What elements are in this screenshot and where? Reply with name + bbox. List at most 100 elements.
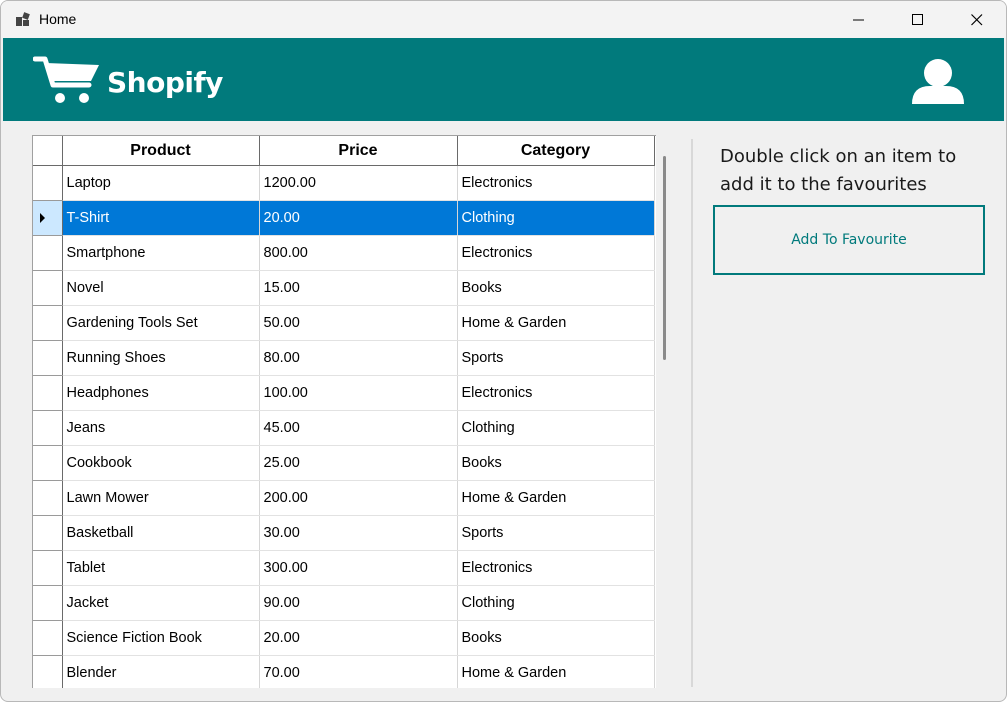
cell-product[interactable]: Headphones bbox=[62, 375, 260, 411]
row-header-cell[interactable] bbox=[33, 445, 63, 481]
cell-product[interactable]: Jeans bbox=[62, 410, 260, 446]
app-header: Shopify bbox=[3, 38, 1004, 121]
table-row[interactable]: Tablet 300.00 Electronics bbox=[33, 550, 655, 586]
cell-product[interactable]: Running Shoes bbox=[62, 340, 260, 376]
table-row[interactable]: Jeans 45.00 Clothing bbox=[33, 410, 655, 446]
row-header-cell[interactable] bbox=[33, 410, 63, 446]
cell-category[interactable]: Electronics bbox=[457, 165, 655, 201]
app-icon bbox=[16, 12, 30, 26]
row-header-cell[interactable] bbox=[33, 235, 63, 271]
cell-price[interactable]: 80.00 bbox=[259, 340, 458, 376]
grid-scrollbar-thumb[interactable] bbox=[663, 156, 666, 360]
cell-category[interactable]: Sports bbox=[457, 340, 655, 376]
row-header-cell[interactable] bbox=[33, 550, 63, 586]
cell-category[interactable]: Books bbox=[457, 620, 655, 656]
cell-product[interactable]: Jacket bbox=[62, 585, 260, 621]
grid-header-row: Product Price Category bbox=[33, 136, 655, 166]
cell-price[interactable]: 100.00 bbox=[259, 375, 458, 411]
table-row[interactable]: Blender 70.00 Home & Garden bbox=[33, 655, 655, 688]
instruction-text: Double click on an item to add it to the… bbox=[720, 146, 957, 195]
cell-price[interactable]: 1200.00 bbox=[259, 165, 458, 201]
close-icon bbox=[971, 13, 983, 25]
table-row[interactable]: Novel 15.00 Books bbox=[33, 270, 655, 306]
cell-category[interactable]: Books bbox=[457, 445, 655, 481]
table-row[interactable]: Gardening Tools Set 50.00 Home & Garden bbox=[33, 305, 655, 341]
maximize-icon bbox=[912, 13, 923, 25]
minimize-icon bbox=[853, 19, 864, 20]
row-header-cell[interactable] bbox=[33, 655, 63, 688]
panel-divider bbox=[691, 139, 693, 687]
table-row[interactable]: T-Shirt 20.00 Clothing bbox=[33, 200, 655, 236]
cell-price[interactable]: 15.00 bbox=[259, 270, 458, 306]
cell-category[interactable]: Home & Garden bbox=[457, 655, 655, 688]
minimize-button[interactable] bbox=[830, 1, 888, 38]
cell-price[interactable]: 20.00 bbox=[259, 620, 458, 656]
cell-price[interactable]: 90.00 bbox=[259, 585, 458, 621]
cell-product[interactable]: Tablet bbox=[62, 550, 260, 586]
cell-product[interactable]: Basketball bbox=[62, 515, 260, 551]
title-bar: Home bbox=[1, 1, 1006, 38]
table-row[interactable]: Jacket 90.00 Clothing bbox=[33, 585, 655, 621]
cell-price[interactable]: 200.00 bbox=[259, 480, 458, 516]
cell-product[interactable]: Lawn Mower bbox=[62, 480, 260, 516]
cell-product[interactable]: Gardening Tools Set bbox=[62, 305, 260, 341]
row-header-cell[interactable] bbox=[33, 340, 63, 376]
row-header-cell[interactable] bbox=[33, 200, 63, 236]
table-row[interactable]: Basketball 30.00 Sports bbox=[33, 515, 655, 551]
cell-category[interactable]: Clothing bbox=[457, 200, 655, 236]
user-profile-icon[interactable] bbox=[910, 58, 966, 106]
cell-price[interactable]: 25.00 bbox=[259, 445, 458, 481]
close-button[interactable] bbox=[948, 1, 1006, 38]
cell-price[interactable]: 30.00 bbox=[259, 515, 458, 551]
cell-category[interactable]: Clothing bbox=[457, 585, 655, 621]
brand-name: Shopify bbox=[107, 66, 223, 99]
cell-product[interactable]: Blender bbox=[62, 655, 260, 688]
main-window: Home Shopify Product Price Category Lapt… bbox=[0, 0, 1007, 702]
table-row[interactable]: Lawn Mower 200.00 Home & Garden bbox=[33, 480, 655, 516]
row-header-cell[interactable] bbox=[33, 375, 63, 411]
cell-product[interactable]: Novel bbox=[62, 270, 260, 306]
table-row[interactable]: Smartphone 800.00 Electronics bbox=[33, 235, 655, 271]
grid-corner-cell[interactable] bbox=[33, 136, 63, 166]
table-row[interactable]: Science Fiction Book 20.00 Books bbox=[33, 620, 655, 656]
cell-price[interactable]: 300.00 bbox=[259, 550, 458, 586]
row-header-cell[interactable] bbox=[33, 620, 63, 656]
cell-product[interactable]: Smartphone bbox=[62, 235, 260, 271]
column-header-category[interactable]: Category bbox=[457, 136, 655, 166]
add-to-favourite-button[interactable]: Add To Favourite bbox=[713, 205, 985, 275]
cell-category[interactable]: Clothing bbox=[457, 410, 655, 446]
table-row[interactable]: Cookbook 25.00 Books bbox=[33, 445, 655, 481]
row-header-cell[interactable] bbox=[33, 165, 63, 201]
row-header-cell[interactable] bbox=[33, 305, 63, 341]
table-row[interactable]: Headphones 100.00 Electronics bbox=[33, 375, 655, 411]
row-header-cell[interactable] bbox=[33, 515, 63, 551]
products-grid[interactable]: Product Price Category Laptop 1200.00 Elec… bbox=[32, 135, 656, 688]
window-title: Home bbox=[39, 11, 77, 27]
table-row[interactable]: Laptop 1200.00 Electronics bbox=[33, 165, 655, 201]
cell-category[interactable]: Electronics bbox=[457, 375, 655, 411]
cell-price[interactable]: 50.00 bbox=[259, 305, 458, 341]
cell-product[interactable]: Cookbook bbox=[62, 445, 260, 481]
cell-category[interactable]: Books bbox=[457, 270, 655, 306]
cell-product[interactable]: Science Fiction Book bbox=[62, 620, 260, 656]
cell-price[interactable]: 45.00 bbox=[259, 410, 458, 446]
cell-category[interactable]: Electronics bbox=[457, 235, 655, 271]
cell-category[interactable]: Home & Garden bbox=[457, 480, 655, 516]
cell-price[interactable]: 20.00 bbox=[259, 200, 458, 236]
column-header-price[interactable]: Price bbox=[259, 136, 458, 166]
current-row-indicator-icon bbox=[40, 213, 45, 223]
cell-category[interactable]: Home & Garden bbox=[457, 305, 655, 341]
table-row[interactable]: Running Shoes 80.00 Sports bbox=[33, 340, 655, 376]
row-header-cell[interactable] bbox=[33, 585, 63, 621]
column-header-product[interactable]: Product bbox=[62, 136, 260, 166]
row-header-cell[interactable] bbox=[33, 270, 63, 306]
shopping-cart-icon bbox=[33, 56, 99, 103]
row-header-cell[interactable] bbox=[33, 480, 63, 516]
maximize-button[interactable] bbox=[889, 1, 947, 38]
cell-price[interactable]: 800.00 bbox=[259, 235, 458, 271]
cell-product[interactable]: T-Shirt bbox=[62, 200, 260, 236]
cell-category[interactable]: Electronics bbox=[457, 550, 655, 586]
cell-category[interactable]: Sports bbox=[457, 515, 655, 551]
cell-price[interactable]: 70.00 bbox=[259, 655, 458, 688]
cell-product[interactable]: Laptop bbox=[62, 165, 260, 201]
